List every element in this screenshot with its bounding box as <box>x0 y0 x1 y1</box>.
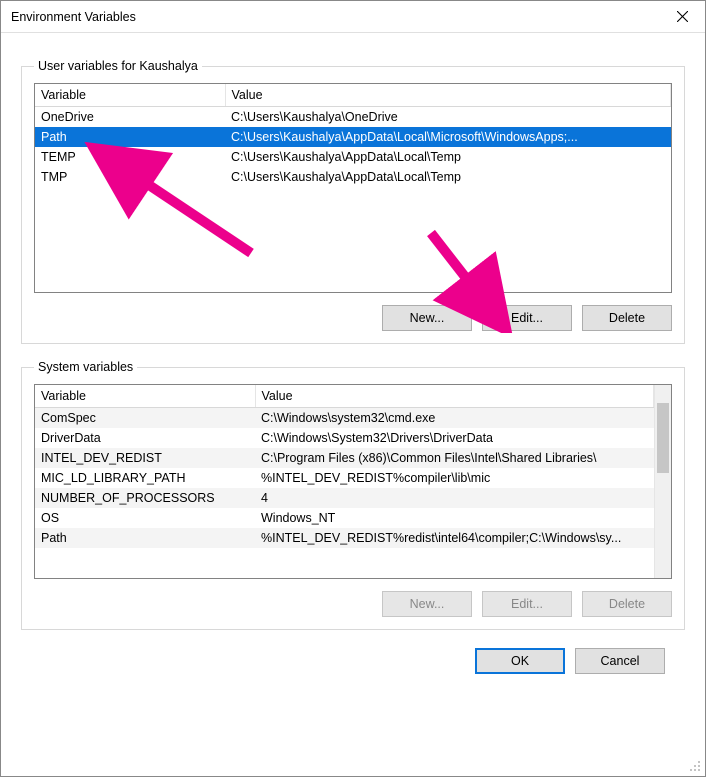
cell-variable: MIC_LD_LIBRARY_PATH <box>35 468 255 488</box>
system-scrollbar[interactable] <box>654 385 671 578</box>
table-row[interactable]: TEMPC:\Users\Kaushalya\AppData\Local\Tem… <box>35 147 671 167</box>
cell-value: %INTEL_DEV_REDIST%redist\intel64\compile… <box>255 528 654 548</box>
cell-value: C:\Program Files (x86)\Common Files\Inte… <box>255 448 654 468</box>
cell-value: C:\Users\Kaushalya\AppData\Local\Temp <box>225 147 671 167</box>
table-row[interactable]: NUMBER_OF_PROCESSORS4 <box>35 488 654 508</box>
cell-variable: Path <box>35 528 255 548</box>
sys-col-variable[interactable]: Variable <box>35 385 255 408</box>
cell-variable: ComSpec <box>35 408 255 429</box>
ok-button[interactable]: OK <box>475 648 565 674</box>
table-row[interactable]: OSWindows_NT <box>35 508 654 528</box>
system-edit-button: Edit... <box>482 591 572 617</box>
sys-col-value[interactable]: Value <box>255 385 654 408</box>
cell-value: Windows_NT <box>255 508 654 528</box>
env-variables-dialog: Environment Variables User variables for… <box>0 0 706 777</box>
table-row[interactable]: PathC:\Users\Kaushalya\AppData\Local\Mic… <box>35 127 671 147</box>
cell-variable: INTEL_DEV_REDIST <box>35 448 255 468</box>
user-button-row: New... Edit... Delete <box>34 305 672 331</box>
system-variables-table-wrap[interactable]: Variable Value ComSpecC:\Windows\system3… <box>34 384 672 579</box>
user-edit-button[interactable]: Edit... <box>482 305 572 331</box>
system-variables-group: System variables Variable Value ComSpecC… <box>21 360 685 630</box>
dialog-footer: OK Cancel <box>21 630 685 674</box>
cell-variable: TMP <box>35 167 225 187</box>
cell-value: C:\Users\Kaushalya\AppData\Local\Temp <box>225 167 671 187</box>
table-row[interactable]: Path%INTEL_DEV_REDIST%redist\intel64\com… <box>35 528 654 548</box>
cell-value: %INTEL_DEV_REDIST%compiler\lib\mic <box>255 468 654 488</box>
cell-variable: TEMP <box>35 147 225 167</box>
cell-value: C:\Windows\System32\Drivers\DriverData <box>255 428 654 448</box>
titlebar: Environment Variables <box>1 1 705 33</box>
close-button[interactable] <box>659 1 705 32</box>
system-button-row: New... Edit... Delete <box>34 591 672 617</box>
scrollbar-thumb[interactable] <box>657 403 669 473</box>
cell-variable: NUMBER_OF_PROCESSORS <box>35 488 255 508</box>
table-row[interactable]: DriverDataC:\Windows\System32\Drivers\Dr… <box>35 428 654 448</box>
cell-value: C:\Windows\system32\cmd.exe <box>255 408 654 429</box>
resize-gripper-icon[interactable] <box>689 760 701 772</box>
system-delete-button: Delete <box>582 591 672 617</box>
cancel-button[interactable]: Cancel <box>575 648 665 674</box>
cell-variable: OneDrive <box>35 107 225 128</box>
table-row[interactable]: OneDriveC:\Users\Kaushalya\OneDrive <box>35 107 671 128</box>
user-variables-table-wrap[interactable]: Variable Value OneDriveC:\Users\Kaushaly… <box>34 83 672 293</box>
table-row[interactable]: ComSpecC:\Windows\system32\cmd.exe <box>35 408 654 429</box>
user-col-value[interactable]: Value <box>225 84 671 107</box>
table-row[interactable]: MIC_LD_LIBRARY_PATH%INTEL_DEV_REDIST%com… <box>35 468 654 488</box>
cell-variable: Path <box>35 127 225 147</box>
user-delete-button[interactable]: Delete <box>582 305 672 331</box>
system-new-button: New... <box>382 591 472 617</box>
table-row[interactable]: INTEL_DEV_REDISTC:\Program Files (x86)\C… <box>35 448 654 468</box>
dialog-content: User variables for Kaushalya Variable Va… <box>1 33 705 776</box>
user-variables-group: User variables for Kaushalya Variable Va… <box>21 59 685 344</box>
user-new-button[interactable]: New... <box>382 305 472 331</box>
cell-value: C:\Users\Kaushalya\OneDrive <box>225 107 671 128</box>
cell-variable: OS <box>35 508 255 528</box>
system-variables-legend: System variables <box>34 360 137 374</box>
table-row[interactable]: TMPC:\Users\Kaushalya\AppData\Local\Temp <box>35 167 671 187</box>
close-icon <box>677 11 688 22</box>
user-col-variable[interactable]: Variable <box>35 84 225 107</box>
system-variables-table: Variable Value ComSpecC:\Windows\system3… <box>35 385 654 548</box>
cell-value: C:\Users\Kaushalya\AppData\Local\Microso… <box>225 127 671 147</box>
user-variables-table: Variable Value OneDriveC:\Users\Kaushaly… <box>35 84 671 187</box>
user-variables-legend: User variables for Kaushalya <box>34 59 202 73</box>
cell-value: 4 <box>255 488 654 508</box>
cell-variable: DriverData <box>35 428 255 448</box>
window-title: Environment Variables <box>11 10 659 24</box>
